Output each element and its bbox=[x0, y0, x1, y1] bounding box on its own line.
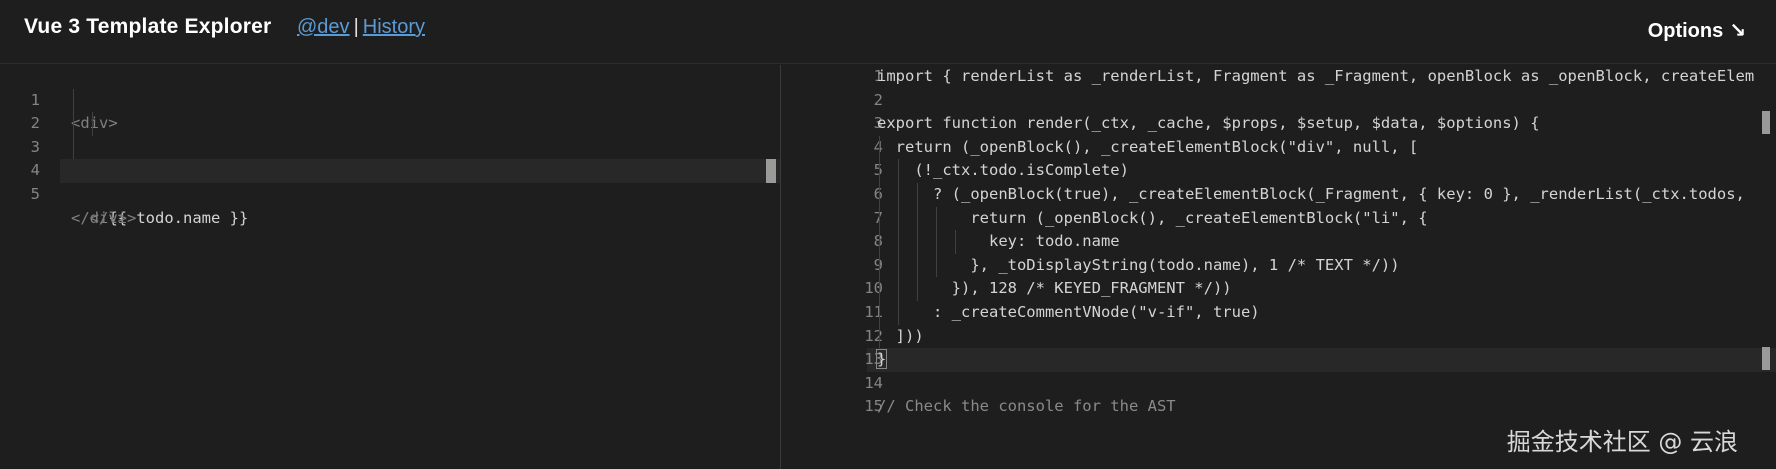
arrow-down-right-icon: ↘ bbox=[1729, 20, 1746, 42]
history-link[interactable]: History bbox=[363, 16, 425, 38]
code-line-active[interactable]: 5 </div> bbox=[0, 159, 780, 227]
code-line[interactable]: 10 }), 128 /* KEYED_FRAGMENT */)) bbox=[781, 277, 1776, 301]
watermark: 掘金技术社区 @ 云浪 bbox=[1506, 428, 1738, 456]
line-text: key: todo.name bbox=[877, 232, 1120, 251]
code-line-active[interactable]: 13} bbox=[781, 348, 1776, 372]
indent-guide bbox=[73, 112, 74, 136]
line-text: return (_openBlock(), _createElementBloc… bbox=[877, 208, 1428, 227]
code-line[interactable]: 14 bbox=[781, 372, 1776, 396]
scrollbar-marker[interactable] bbox=[1762, 111, 1770, 134]
line-text: </div> bbox=[71, 208, 127, 227]
line-text: // Check the console for the AST bbox=[877, 397, 1176, 416]
code-line[interactable]: 4 </li> bbox=[0, 135, 780, 227]
line-text: }), 128 /* KEYED_FRAGMENT */)) bbox=[877, 279, 1232, 298]
line-text: export function render(_ctx, _cache, $pr… bbox=[877, 114, 1540, 133]
header-nav: @dev | History bbox=[297, 16, 425, 39]
code-line[interactable]: 1 import { renderList as _renderList, Fra… bbox=[781, 65, 1776, 89]
code-line[interactable]: 12 ])) bbox=[781, 324, 1776, 349]
app-title: Vue 3 Template Explorer bbox=[24, 15, 272, 38]
line-text: : _createCommentVNode("v-if", true) bbox=[877, 302, 1260, 321]
scrollbar-marker[interactable] bbox=[1762, 347, 1770, 370]
indent-guide bbox=[73, 135, 74, 160]
indent-guide bbox=[73, 88, 74, 113]
line-text: return (_openBlock(), _createElementBloc… bbox=[877, 137, 1419, 156]
line-number: 14 bbox=[864, 373, 883, 392]
template-code[interactable]: 1 <div> 2 <li v-for="todo in todos" :key… bbox=[0, 65, 780, 227]
cursor-marker bbox=[766, 159, 776, 183]
nav-separator: | bbox=[353, 16, 359, 38]
line-text: ])) bbox=[877, 326, 924, 345]
template-editor[interactable]: 1 <div> 2 <li v-for="todo in todos" :key… bbox=[0, 65, 780, 469]
options-button[interactable]: Options ↘ bbox=[1648, 18, 1746, 43]
code-line[interactable]: 9 }, _toDisplayString(todo.name), 1 /* T… bbox=[781, 253, 1776, 278]
code-line[interactable]: 7 return (_openBlock(), _createElementBl… bbox=[781, 206, 1776, 231]
line-number: 5 bbox=[30, 184, 40, 203]
code-line[interactable]: 4 return (_openBlock(), _createElementBl… bbox=[781, 135, 1776, 160]
code-line[interactable]: 11 : _createCommentVNode("v-if", true) bbox=[781, 300, 1776, 325]
code-line[interactable]: 8 key: todo.name bbox=[781, 230, 1776, 254]
line-text: } bbox=[875, 349, 888, 370]
line-text: ? (_openBlock(true), _createElementBlock… bbox=[877, 184, 1745, 203]
code-line[interactable]: 15// Check the console for the AST bbox=[781, 395, 1776, 419]
line-number: 2 bbox=[873, 90, 883, 109]
code-line[interactable]: 2 bbox=[781, 89, 1776, 113]
line-text: import { renderList as _renderList, Frag… bbox=[877, 67, 1755, 85]
code-line[interactable]: 3 export function render(_ctx, _cache, $p… bbox=[781, 112, 1776, 136]
line-text: (!_ctx.todo.isComplete) bbox=[877, 161, 1129, 180]
output-editor[interactable]: 1 import { renderList as _renderList, Fra… bbox=[781, 65, 1776, 469]
code-line[interactable]: 2 <li v-for="todo in todos" :key="todo.n… bbox=[0, 88, 780, 179]
version-link[interactable]: @dev bbox=[297, 16, 350, 38]
indent-guide bbox=[92, 112, 93, 136]
options-label: Options bbox=[1647, 20, 1724, 42]
code-line[interactable]: 6 ? (_openBlock(true), _createElementBlo… bbox=[781, 182, 1776, 207]
code-line[interactable]: 5 (!_ctx.todo.isComplete) bbox=[781, 159, 1776, 183]
output-code[interactable]: 1 import { renderList as _renderList, Fra… bbox=[781, 65, 1776, 419]
code-line[interactable]: 3 {{ todo.name }} bbox=[0, 112, 780, 227]
code-line[interactable]: 1 <div> bbox=[0, 65, 780, 133]
app-header: Vue 3 Template Explorer @dev | History Opt… bbox=[0, 0, 1776, 64]
line-text: }, _toDisplayString(todo.name), 1 /* TEX… bbox=[877, 255, 1400, 274]
